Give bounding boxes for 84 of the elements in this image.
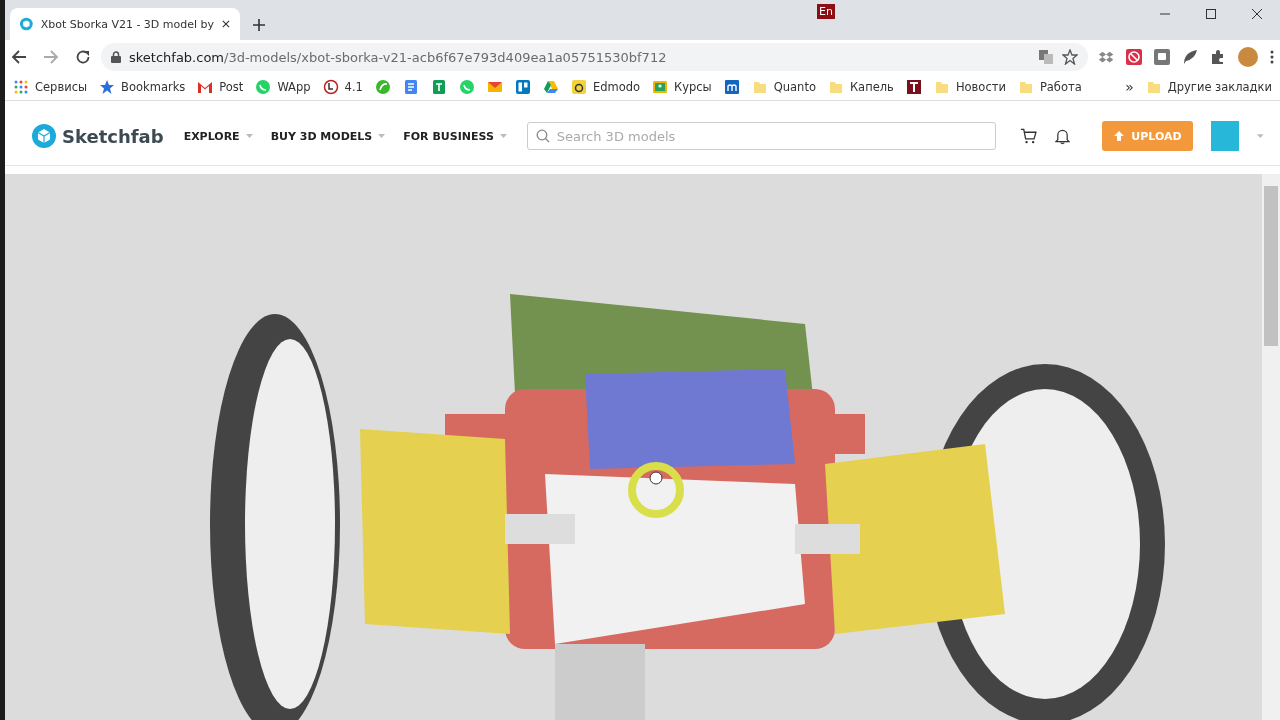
bookmark[interactable]: 4.1 bbox=[322, 79, 363, 95]
bookmark-favicon-icon bbox=[827, 79, 844, 95]
more-bookmarks-button[interactable]: » bbox=[1125, 79, 1134, 95]
bookmark-label: Новости bbox=[955, 80, 1006, 94]
bookmark-label: Сервисы bbox=[35, 80, 88, 94]
bookmark[interactable]: Сервисы bbox=[13, 79, 88, 95]
bookmark-favicon-icon bbox=[99, 79, 116, 95]
bookmark[interactable]: Курсы bbox=[652, 79, 712, 95]
bookmark[interactable] bbox=[723, 79, 740, 95]
bookmark[interactable]: Работа bbox=[1017, 79, 1082, 95]
reload-icon[interactable] bbox=[75, 49, 91, 65]
bookmark-favicon-icon bbox=[322, 79, 339, 95]
bookmark-label: Работа bbox=[1039, 80, 1082, 94]
search-field[interactable]: Search 3D models bbox=[526, 122, 996, 150]
bookmark-favicon-icon bbox=[197, 79, 214, 95]
bookmark-favicon-icon bbox=[430, 79, 447, 95]
bookmark-star-icon[interactable] bbox=[1062, 49, 1078, 65]
language-indicator[interactable]: En bbox=[817, 4, 835, 19]
notification-bell-icon[interactable] bbox=[1054, 127, 1070, 145]
bookmark[interactable]: Quanto bbox=[751, 79, 816, 95]
bookmark-favicon-icon bbox=[255, 79, 272, 95]
bookmark-label: Другие закладки bbox=[1167, 80, 1272, 94]
logo-icon[interactable] bbox=[32, 124, 56, 148]
bookmark-favicon-icon bbox=[570, 79, 587, 95]
bookmark[interactable]: Новости bbox=[933, 79, 1006, 95]
bookmark-favicon-icon bbox=[723, 79, 740, 95]
brand-name[interactable]: Sketchfab bbox=[62, 125, 164, 147]
bookmark-label: Quanto bbox=[773, 80, 816, 94]
tab-title: Xbot Sborka V21 - 3D model by bbox=[40, 17, 215, 31]
bookmark-favicon-icon bbox=[402, 79, 419, 95]
feather-icon[interactable] bbox=[1182, 49, 1198, 65]
bookmark-label: Edmodo bbox=[592, 80, 641, 94]
bookmark-label: Капель bbox=[849, 80, 894, 94]
bookmark-label: Post bbox=[219, 80, 244, 94]
caret-icon bbox=[1257, 134, 1264, 138]
back-icon[interactable] bbox=[11, 49, 27, 65]
scrollbar[interactable] bbox=[1262, 174, 1280, 720]
grab-cursor-icon bbox=[628, 462, 684, 518]
user-avatar[interactable] bbox=[1211, 121, 1240, 151]
cart-icon[interactable] bbox=[1019, 127, 1037, 145]
nav-menu[interactable]: EXPLORE bbox=[183, 129, 253, 143]
nav-menu[interactable]: FOR BUSINESS bbox=[403, 129, 507, 143]
lock-icon bbox=[111, 51, 121, 63]
bookmark-favicon-icon bbox=[542, 79, 559, 95]
bookmark-favicon-icon bbox=[1145, 79, 1162, 95]
bookmark-label: 4.1 bbox=[344, 80, 363, 94]
caret-icon bbox=[378, 134, 386, 138]
robot-model-drawing[interactable] bbox=[210, 294, 1165, 720]
translate-icon[interactable] bbox=[1038, 49, 1054, 65]
bookmark[interactable]: Другие закладки bbox=[1145, 79, 1272, 95]
bookmark-favicon-icon bbox=[486, 79, 503, 95]
caret-icon bbox=[499, 134, 507, 138]
bookmark-favicon-icon bbox=[514, 79, 531, 95]
bookmark-favicon-icon bbox=[905, 79, 922, 95]
bookmark[interactable] bbox=[514, 79, 531, 95]
close-icon[interactable] bbox=[222, 19, 230, 29]
caret-icon bbox=[245, 134, 253, 138]
bookmark[interactable]: Edmodo bbox=[570, 79, 641, 95]
bookmark-label: WApp bbox=[277, 80, 311, 94]
bookmark-favicon-icon bbox=[751, 79, 768, 95]
bookmark-favicon-icon bbox=[933, 79, 950, 95]
site-favicon-icon bbox=[20, 16, 33, 32]
bookmark-label: Курсы bbox=[674, 80, 712, 94]
profile-avatar[interactable] bbox=[1238, 47, 1258, 67]
bookmark[interactable]: Капель bbox=[827, 79, 894, 95]
bookmark[interactable]: WApp bbox=[255, 79, 311, 95]
bookmark-favicon-icon bbox=[1017, 79, 1034, 95]
address-bar[interactable]: sketchfab.com/3d-models/xbot-sborka-v21-acb6f67e793d409ea1a05751530bf712 bbox=[101, 43, 1088, 71]
bookmark-favicon-icon bbox=[458, 79, 475, 95]
new-tab-icon[interactable] bbox=[252, 18, 266, 32]
puzzle-icon[interactable] bbox=[1210, 49, 1226, 65]
bookmark[interactable] bbox=[905, 79, 922, 95]
block-icon[interactable] bbox=[1126, 49, 1142, 65]
bookmark[interactable]: Bookmarks bbox=[99, 79, 186, 95]
bookmark-favicon-icon bbox=[13, 79, 29, 95]
nav-menu[interactable]: BUY 3D MODELS bbox=[270, 129, 386, 143]
menu-icon[interactable] bbox=[1270, 50, 1274, 64]
bookmark-favicon-icon bbox=[374, 79, 391, 95]
extension-icon[interactable] bbox=[1154, 49, 1170, 65]
bookmark-favicon-icon bbox=[652, 79, 669, 95]
bookmark[interactable]: Post bbox=[197, 79, 244, 95]
browser-tab[interactable]: Xbot Sborka V21 - 3D model by bbox=[10, 8, 240, 40]
upload-arrow-icon bbox=[1113, 130, 1126, 142]
bookmark-label: Bookmarks bbox=[121, 80, 186, 94]
